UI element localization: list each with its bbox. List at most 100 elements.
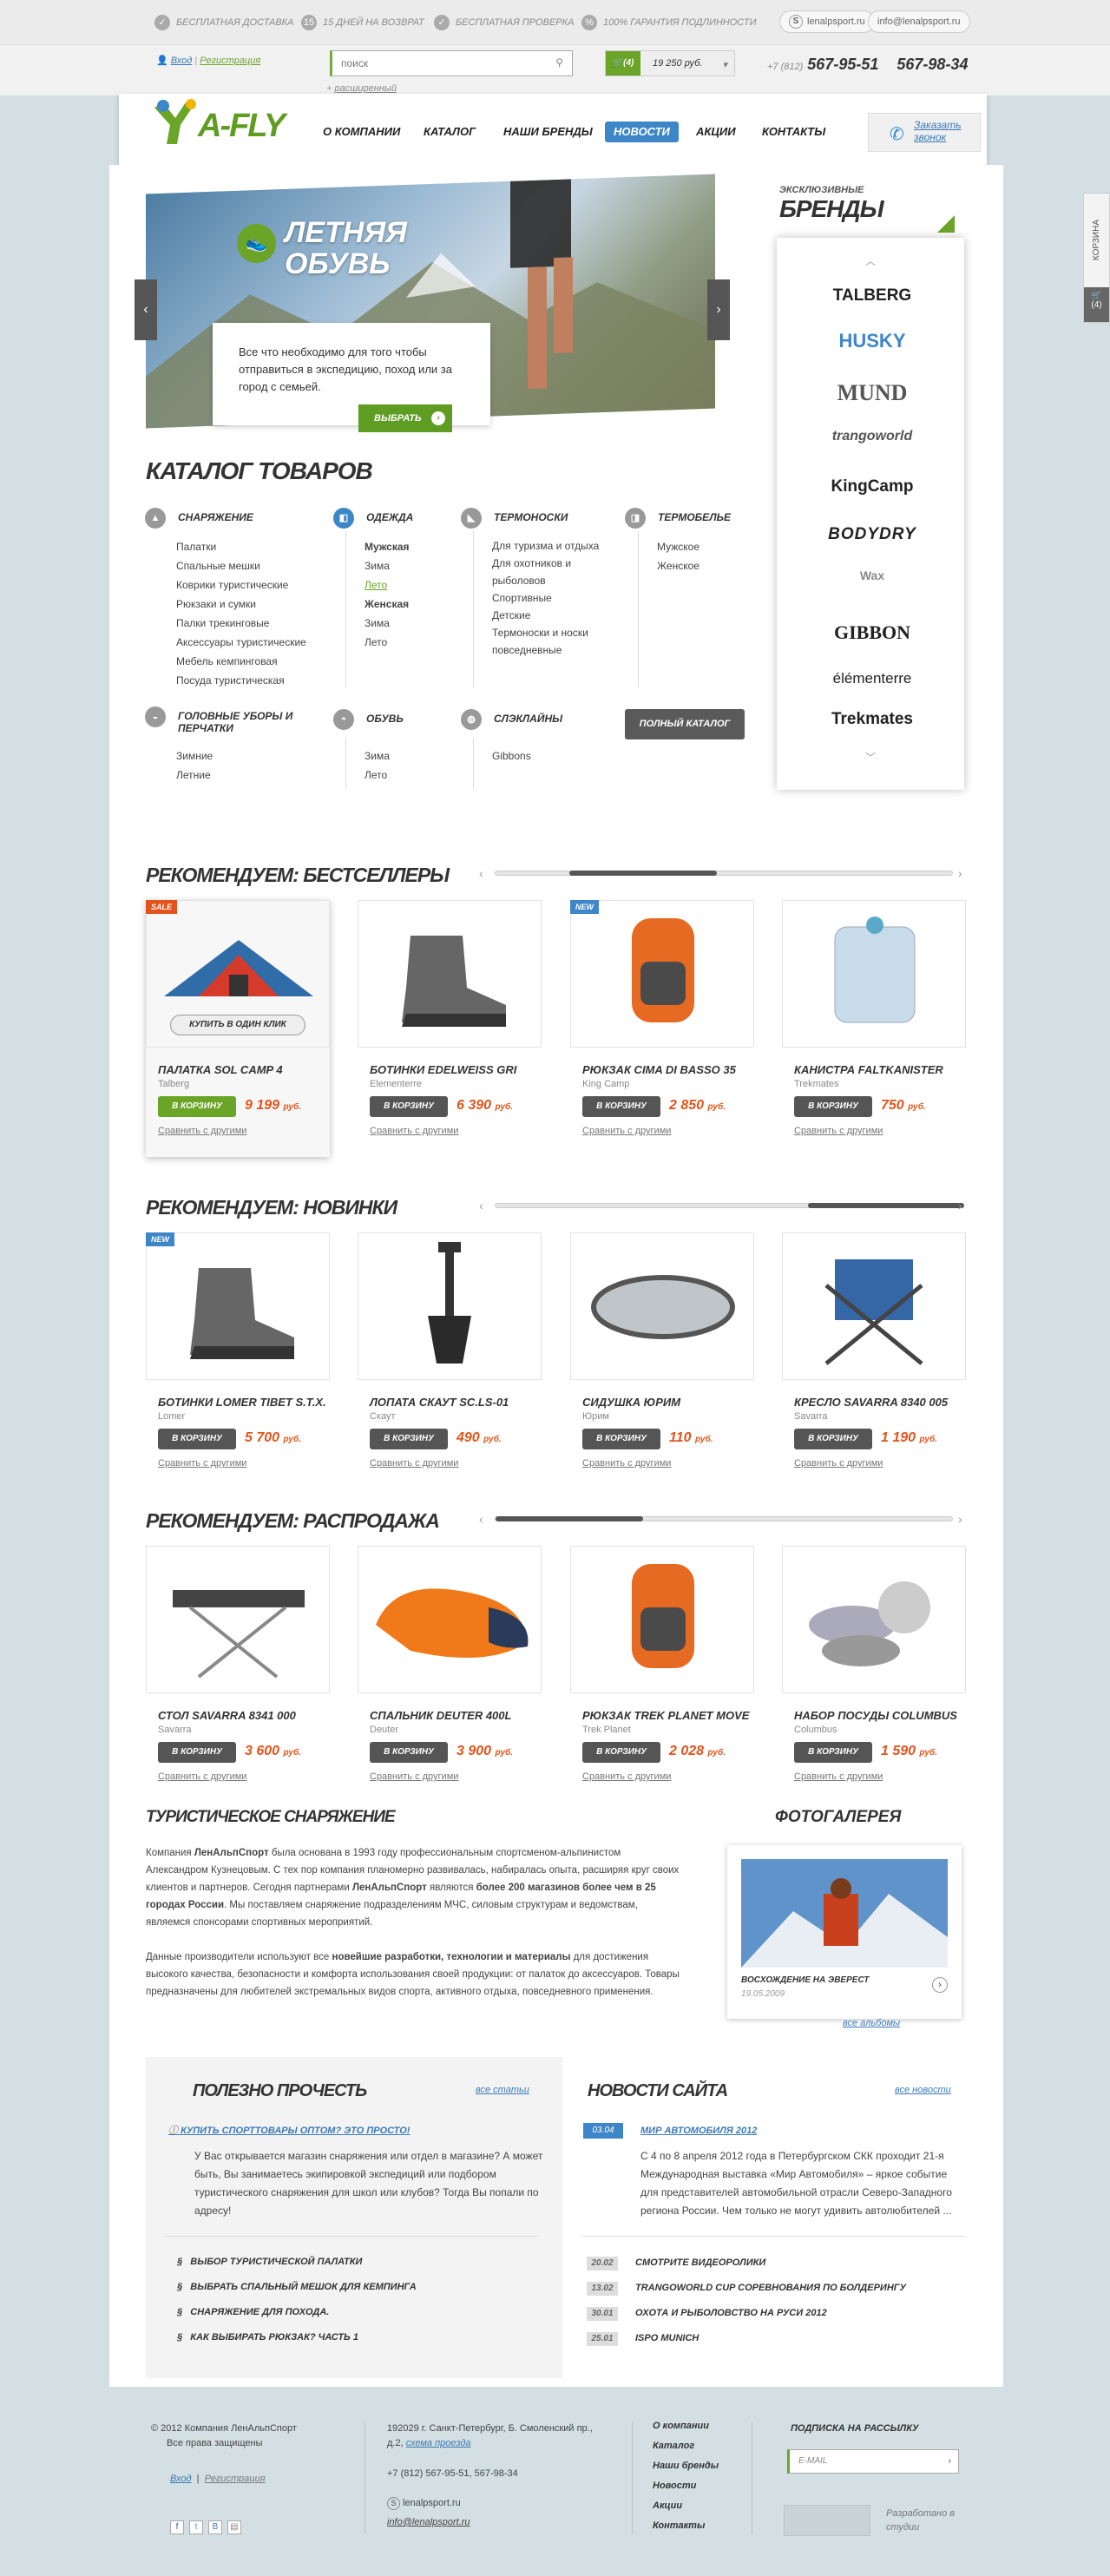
menu-brands[interactable]: НАШИ БРЕНДЫ [495, 122, 601, 142]
brand-trekmates[interactable]: Trekmates [811, 710, 933, 729]
product-title[interactable]: СИДУШКА ЮРИМ [582, 1396, 765, 1409]
compare-link[interactable]: Сравнить с другими [370, 1126, 458, 1136]
news-item[interactable]: 25.01 ISPO MUNICH [587, 2332, 699, 2346]
side-cart-tab[interactable]: КОРЗИНА 🛒 (4) [1083, 193, 1110, 323]
menu-catalog[interactable]: КАТАЛОГ [415, 122, 484, 142]
cat-equipment[interactable]: ▲ СНАРЯЖЕНИЕ [145, 508, 253, 529]
advanced-search[interactable]: + расширенный [326, 83, 397, 94]
product-image[interactable] [358, 1232, 542, 1380]
compare-link[interactable]: Сравнить с другими [370, 1458, 458, 1469]
skype-chip[interactable]: Slenalpsport.ru [779, 10, 875, 33]
compare-link[interactable]: Сравнить с другими [794, 1458, 883, 1469]
compare-link[interactable]: Сравнить с другими [158, 1126, 246, 1136]
carousel-prev-arrow[interactable]: ‹ [479, 1199, 489, 1212]
footer-skype[interactable]: S lenalpsport.ru [387, 2496, 461, 2511]
carousel-next-arrow[interactable]: › [958, 867, 969, 879]
carousel-next-arrow[interactable]: › [958, 1199, 969, 1212]
product-image[interactable] [570, 900, 754, 1048]
product-title[interactable]: НАБОР ПОСУДЫ COLUMBUS [794, 1709, 976, 1722]
product-image[interactable] [570, 1232, 754, 1380]
product-card[interactable]: ЛОПАТА СКАУТ SC.LS-01 Скаут В КОРЗИНУ 490 р… [358, 1232, 542, 1484]
brand-wax[interactable]: Wax [811, 568, 933, 582]
carousel-prev-arrow[interactable]: ‹ [479, 867, 489, 879]
carousel-scroll-thumb[interactable] [569, 871, 717, 876]
product-card[interactable]: SALE ПАЛАТКА SOL CAMP 4 Talberg В КОРЗИНУ 9 … [146, 900, 330, 1157]
add-to-cart-button[interactable]: В КОРЗИНУ [582, 1429, 660, 1449]
brand-elementerre[interactable]: élémenterre [811, 670, 933, 687]
callback-button[interactable]: ✆ Заказать звонок [868, 113, 981, 152]
product-image[interactable] [782, 900, 966, 1048]
one-click-buy-button[interactable]: КУПИТЬ В ОДИН КЛИК [170, 1015, 305, 1035]
news-item[interactable]: 20.02 СМОТРИТЕ ВИДЕОРОЛИКИ [587, 2257, 765, 2270]
cat-thermo[interactable]: ◨ ТЕРМОБЕЛЬЕ [625, 508, 731, 529]
product-title[interactable]: БОТИНКИ EDELWEISS GRI [370, 1063, 552, 1076]
email-chip[interactable]: info@lenalpsport.ru [868, 10, 970, 33]
compare-link[interactable]: Сравнить с другими [582, 1126, 671, 1136]
product-card[interactable]: БОТИНКИ EDELWEISS GRI Elementerre В КОРЗИН… [358, 900, 542, 1152]
add-to-cart-button[interactable]: В КОРЗИНУ [582, 1096, 660, 1117]
menu-about[interactable]: О КОМПАНИИ [314, 122, 409, 142]
product-image[interactable] [146, 1546, 330, 1693]
product-image[interactable] [782, 1546, 966, 1693]
slider-prev-button[interactable]: ‹ [135, 279, 157, 340]
vk-icon[interactable]: B [208, 2520, 222, 2534]
add-to-cart-button[interactable]: В КОРЗИНУ [370, 1096, 448, 1117]
menu-news[interactable]: НОВОСТИ [605, 122, 679, 142]
product-card[interactable]: НАБОР ПОСУДЫ COLUMBUS Columbus В КОРЗИНУ 1 … [782, 1546, 966, 1797]
product-title[interactable]: БОТИНКИ LOMER TIBET S.T.X. [158, 1396, 340, 1409]
product-image[interactable] [358, 900, 542, 1048]
add-to-cart-button[interactable]: В КОРЗИНУ [370, 1742, 448, 1763]
menu-sales[interactable]: АКЦИИ [687, 122, 745, 142]
add-to-cart-button[interactable]: В КОРЗИНУ [794, 1742, 872, 1763]
add-to-cart-button[interactable]: В КОРЗИНУ [582, 1742, 660, 1763]
product-title[interactable]: РЮКЗАК CIMA DI BASSO 35 [582, 1063, 765, 1076]
cat-shoes[interactable]: ◓ ОБУВЬ [333, 709, 404, 730]
facebook-icon[interactable]: f [170, 2520, 184, 2534]
product-title[interactable]: СПАЛЬНИК DEUTER 400L [370, 1709, 552, 1722]
product-card[interactable]: КАНИСТРА FALTKANISTER Trekmates В КОРЗИНУ 7… [782, 900, 966, 1152]
brand-gibbon[interactable]: GIBBON [811, 621, 933, 644]
compare-link[interactable]: Сравнить с другими [370, 1771, 458, 1782]
add-to-cart-button[interactable]: В КОРЗИНУ [158, 1096, 236, 1117]
carousel-scrollbar[interactable] [495, 1516, 953, 1521]
product-card[interactable]: СПАЛЬНИК DEUTER 400L Deuter В КОРЗИНУ 3 900… [358, 1546, 542, 1797]
product-image[interactable] [146, 1232, 330, 1380]
compare-link[interactable]: Сравнить с другими [582, 1458, 671, 1469]
rss-icon[interactable]: ▤ [227, 2520, 241, 2534]
register-link[interactable]: Регистрация [200, 56, 260, 66]
compare-link[interactable]: Сравнить с другими [794, 1126, 883, 1136]
product-card[interactable]: СИДУШКА ЮРИМ Юрим В КОРЗИНУ 110 руб. Сравнит… [570, 1232, 754, 1484]
news-item[interactable]: 13.02 TRANGOWORLD CUP СОРЕВНОВАНИЯ ПО БОЛ… [587, 2282, 906, 2296]
compare-link[interactable]: Сравнить с другими [794, 1771, 883, 1782]
chevron-down-icon[interactable]: ▾ [722, 59, 727, 70]
news-item[interactable]: 30.01 ОХОТА И РЫБОЛОВСТВО НА РУСИ 2012 [587, 2307, 827, 2321]
product-image[interactable] [358, 1546, 542, 1693]
article-link[interactable]: § ВЫБРАТЬ СПАЛЬНЫЙ МЕШОК ДЛЯ КЕМПИНГА [177, 2282, 417, 2292]
studio-logo[interactable] [784, 2505, 870, 2536]
cat-socks[interactable]: ◣ ТЕРМОНОСКИ [461, 508, 568, 529]
menu-contacts[interactable]: КОНТАКТЫ [753, 122, 834, 142]
carousel-scroll-thumb[interactable] [808, 1203, 964, 1208]
carousel-prev-arrow[interactable]: ‹ [479, 1513, 489, 1525]
article-link[interactable]: § СНАРЯЖЕНИЕ ДЛЯ ПОХОДА. [177, 2307, 329, 2317]
all-albums-link[interactable]: все альбомы [843, 2018, 900, 2028]
product-title[interactable]: РЮКЗАК TREK PLANET MOVE [582, 1709, 765, 1722]
login-link[interactable]: Вход [171, 56, 193, 66]
brand-trangoworld[interactable]: trangoworld [811, 429, 933, 444]
cart-widget[interactable]: 🛒(4) 19 250 руб. ▾ [605, 50, 735, 76]
subscribe-email-input[interactable]: E-MAIL › [787, 2449, 959, 2474]
arrow-right-icon[interactable]: › [949, 2450, 951, 2473]
brand-kingcamp[interactable]: KingCamp [811, 477, 933, 496]
add-to-cart-button[interactable]: В КОРЗИНУ [794, 1429, 872, 1449]
product-card[interactable]: КРЕСЛО SAVARRA 8340 005 Savarra В КОРЗИНУ 1… [782, 1232, 966, 1484]
product-card[interactable]: РЮКЗАК TREK PLANET MOVE Trek Planet В КОРЗ… [570, 1546, 754, 1797]
product-card[interactable]: NEW БОТИНКИ LOMER TIBET S.T.X. Lomer В КОРЗ… [146, 1232, 330, 1484]
logo[interactable]: A-FLY [151, 95, 316, 148]
product-title[interactable]: ПАЛАТКА SOL CAMP 4 [158, 1063, 340, 1076]
all-articles-link[interactable]: все статьи [476, 2085, 529, 2095]
product-image[interactable] [782, 1232, 966, 1380]
product-title[interactable]: ЛОПАТА СКАУТ SC.LS-01 [370, 1396, 552, 1409]
search-input[interactable]: поиск ⚲ [330, 50, 573, 76]
product-title[interactable]: СТОЛ SAVARRA 8341 000 [158, 1709, 340, 1722]
all-news-link[interactable]: все новости [895, 2085, 951, 2095]
